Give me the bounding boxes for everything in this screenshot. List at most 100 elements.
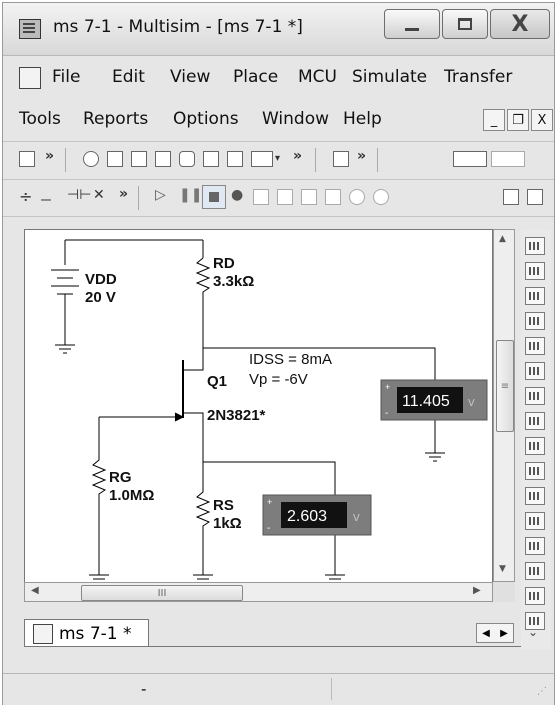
menu-transfer[interactable]: Transfer — [444, 67, 512, 87]
play-icon[interactable]: ▷ — [155, 187, 166, 203]
app-window: ms 7-1 - Multisim - [ms 7-1 *] X File Ed… — [2, 2, 555, 705]
function-generator-icon[interactable] — [525, 262, 545, 280]
menu-reports[interactable]: Reports — [83, 109, 148, 129]
horizontal-scrollbar[interactable]: ◀ III ▶ — [24, 582, 493, 602]
vdd-label: VDD — [85, 271, 117, 288]
menu-mcu[interactable]: MCU — [298, 67, 337, 87]
layout-icon-2[interactable] — [527, 189, 543, 205]
spectrum-analyzer-icon[interactable] — [525, 537, 545, 555]
close-button[interactable]: X — [490, 9, 550, 39]
netlist-icon[interactable] — [227, 151, 243, 167]
run-to-cursor-icon[interactable] — [325, 189, 341, 205]
rg-value: 1.0MΩ — [109, 487, 154, 504]
menu-window[interactable]: Window — [262, 109, 329, 129]
four-channel-oscilloscope-icon[interactable] — [525, 337, 545, 355]
menu-bar-row1: File Edit View Place MCU Simulate Transf… — [3, 59, 554, 95]
menu-options[interactable]: Options — [173, 109, 239, 129]
resistor-icon[interactable]: ᠆᠆ — [41, 188, 51, 209]
rg-label: RG — [109, 469, 132, 486]
maximize-button[interactable] — [442, 9, 488, 39]
mdi-minimize-button[interactable]: _ — [483, 109, 505, 131]
sim-switch-off-icon[interactable] — [491, 151, 525, 167]
database-icon[interactable] — [131, 151, 147, 167]
zoom-icon[interactable] — [83, 151, 99, 167]
transistor-icon[interactable]: ✕ — [93, 187, 105, 203]
vertical-scrollbar[interactable]: ▲ ≡ ▼ — [493, 229, 515, 582]
menu-help[interactable]: Help — [343, 109, 382, 129]
spreadsheet-icon[interactable] — [203, 151, 219, 167]
drain-voltmeter-reading: 11.405 — [402, 393, 450, 410]
oscilloscope-icon[interactable] — [525, 312, 545, 330]
grid-icon[interactable] — [155, 151, 171, 167]
drain-voltmeter-minus: - — [385, 408, 388, 419]
scroll-right-icon[interactable]: ▶ — [473, 585, 481, 596]
drain-voltmeter-unit: V — [468, 398, 475, 409]
iv-analyzer-icon[interactable] — [525, 487, 545, 505]
hierarchy-icon[interactable] — [179, 151, 195, 167]
frequency-counter-icon[interactable] — [525, 387, 545, 405]
rd-label: RD — [213, 255, 235, 272]
toolbar-overflow-icon[interactable]: » — [45, 148, 54, 164]
menu-place[interactable]: Place — [233, 67, 278, 87]
record-icon[interactable]: ● — [231, 187, 243, 203]
mdi-controls: _ ❐ X — [483, 109, 553, 131]
distortion-analyzer-icon[interactable] — [525, 512, 545, 530]
rd-value: 3.3kΩ — [213, 273, 254, 290]
rs-value: 1kΩ — [213, 515, 242, 532]
scroll-down-icon[interactable]: ▼ — [499, 564, 506, 574]
probe-icon[interactable] — [373, 189, 389, 205]
horizontal-scroll-thumb[interactable]: III — [81, 585, 243, 601]
tab-ms-7-1[interactable]: ms 7-1 * — [24, 619, 149, 647]
logic-converter-icon[interactable] — [525, 462, 545, 480]
toolbar-overflow-icon-4[interactable]: » — [119, 186, 128, 202]
logic-analyzer-icon[interactable] — [525, 437, 545, 455]
source-voltmeter-reading: 2.603 — [287, 508, 327, 525]
sim-switch-icon[interactable] — [453, 151, 487, 167]
mdi-restore-button[interactable]: ❐ — [507, 109, 529, 131]
dropdown-icon[interactable]: ▾ — [275, 153, 280, 164]
tab-overflow-icon[interactable]: ⌄ — [528, 625, 538, 639]
step-out-icon[interactable] — [301, 189, 317, 205]
tab-label: ms 7-1 * — [59, 624, 132, 644]
pause-icon[interactable]: ❚❚ — [179, 187, 202, 203]
multimeter-icon[interactable] — [525, 237, 545, 255]
mdi-close-button[interactable]: X — [531, 109, 553, 131]
tab-scroll-right-icon[interactable]: ▶ — [500, 628, 508, 639]
scrollbar-corner — [493, 582, 515, 602]
app-icon[interactable] — [19, 19, 41, 39]
drain-voltmeter[interactable]: 11.405 + - V — [380, 379, 488, 421]
bode-plotter-icon[interactable] — [525, 362, 545, 380]
menu-tools[interactable]: Tools — [19, 109, 61, 129]
schematic-canvas[interactable]: VDD 20 V RD 3.3kΩ Q1 2N3821* IDSS = 8mA … — [24, 229, 493, 600]
grapher-icon[interactable] — [251, 151, 273, 167]
tab-scroll-buttons[interactable]: ◀ ▶ — [476, 623, 514, 643]
menu-file[interactable]: File — [52, 67, 80, 87]
network-analyzer-icon[interactable] — [525, 562, 545, 580]
component-icon[interactable] — [107, 151, 123, 167]
step-icon[interactable] — [253, 189, 269, 205]
menu-edit[interactable]: Edit — [112, 67, 145, 87]
vertical-scroll-thumb[interactable]: ≡ — [496, 340, 514, 432]
hand-icon[interactable] — [349, 189, 365, 205]
agilent-generator-icon[interactable] — [525, 587, 545, 605]
new-icon[interactable] — [19, 151, 35, 167]
stop-button[interactable] — [202, 185, 226, 209]
layout-icon-1[interactable] — [503, 189, 519, 205]
document-icon[interactable] — [19, 67, 41, 89]
wattmeter-icon[interactable] — [525, 287, 545, 305]
scroll-left-icon[interactable]: ◀ — [31, 585, 39, 596]
ground-icon[interactable]: ÷ — [19, 187, 32, 206]
minimize-button[interactable] — [384, 9, 440, 39]
list-icon[interactable] — [333, 151, 349, 167]
resize-grip-icon[interactable]: ⋰ — [537, 686, 547, 697]
scroll-up-icon[interactable]: ▲ — [499, 234, 506, 244]
toolbar-overflow-icon-2[interactable]: » — [293, 148, 302, 164]
tab-scroll-left-icon[interactable]: ◀ — [482, 628, 490, 639]
toolbar-overflow-icon-3[interactable]: » — [357, 148, 366, 164]
diode-icon[interactable]: ⊣⊢ — [67, 187, 91, 203]
step-into-icon[interactable] — [277, 189, 293, 205]
menu-view[interactable]: View — [170, 67, 210, 87]
source-voltmeter[interactable]: 2.603 + - V — [262, 494, 372, 536]
menu-simulate[interactable]: Simulate — [352, 67, 427, 87]
word-generator-icon[interactable] — [525, 412, 545, 430]
